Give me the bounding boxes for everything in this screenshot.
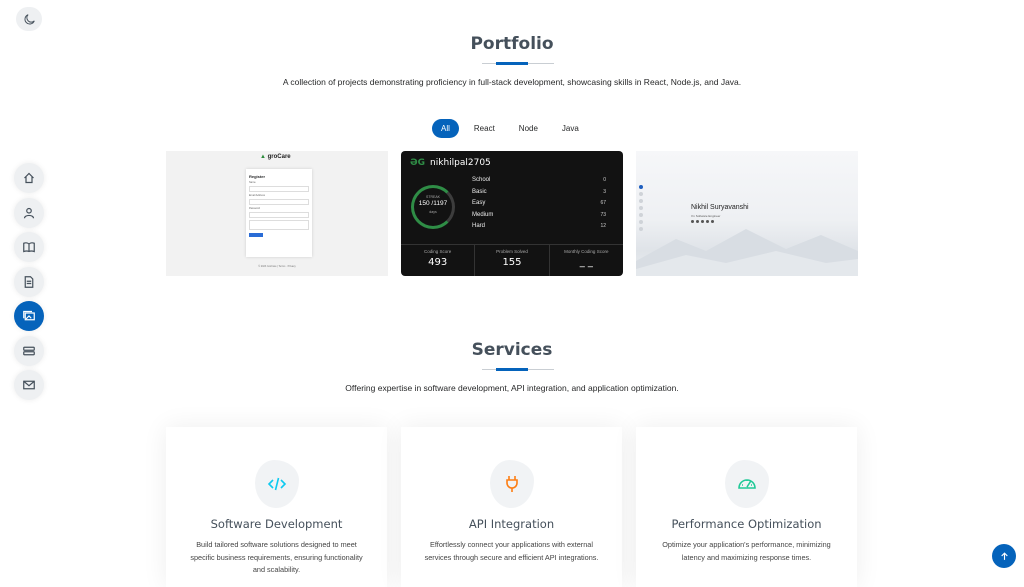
nav-about[interactable] xyxy=(14,197,44,228)
difficulty-stats: School 0 Basic 3 Easy 67 Medium 73 Hard 12 xyxy=(472,177,606,230)
nav-resume[interactable] xyxy=(14,232,44,262)
nav-skills[interactable] xyxy=(14,266,44,297)
service-title: Software Development xyxy=(210,517,343,531)
service-description: Optimize your application's performance,… xyxy=(662,540,831,562)
grocare-register-form: Register Name Email Address Password xyxy=(246,169,312,257)
personal-site-name: Nikhil Suryavanshi xyxy=(691,204,749,211)
portfolio-title: Portfolio xyxy=(470,34,554,54)
service-card-software-development: Software Development Build tailored soft… xyxy=(166,427,387,587)
personal-site-subtitle: I'm Software Engineer xyxy=(691,214,721,218)
speedometer-icon xyxy=(738,479,756,489)
service-card-performance-optimization: Performance Optimization Optimize your a… xyxy=(636,427,857,587)
mountain-graphic xyxy=(636,229,858,276)
gfg-header: ƏG nikhilpal2705 xyxy=(410,158,491,168)
file-icon xyxy=(24,275,34,288)
theme-toggle-button[interactable] xyxy=(16,7,42,31)
side-nav xyxy=(14,163,44,405)
code-icon xyxy=(267,477,287,491)
house-icon xyxy=(24,172,34,184)
service-title: API Integration xyxy=(468,517,555,531)
service-title: Performance Optimization xyxy=(671,517,822,531)
filter-java[interactable]: Java xyxy=(553,119,588,138)
filter-react[interactable]: React xyxy=(465,119,504,138)
services-title-underline xyxy=(482,368,554,371)
service-description: Build tailored software solutions design… xyxy=(190,540,363,574)
portfolio-description: A collection of projects demonstrating p… xyxy=(282,77,742,87)
personal-site-social-icons xyxy=(691,220,716,223)
grocare-footer: © 2023 GroCare | Terms · Privacy xyxy=(258,265,296,268)
images-icon xyxy=(23,310,35,321)
portfolio-title-underline xyxy=(482,62,554,65)
portfolio-item-grocare[interactable]: ▲ groCare Register Name Email Address Pa… xyxy=(166,151,388,276)
services-description: Offering expertise in software developme… xyxy=(345,383,679,393)
nav-home[interactable] xyxy=(14,163,44,193)
personal-site-nav-dots xyxy=(639,185,643,234)
streak-ring: STREAK 150 /1197 days xyxy=(411,185,455,229)
portfolio-filters: All React Node Java xyxy=(432,119,594,138)
portfolio-item-personal-site[interactable]: Nikhil Suryavanshi I'm Software Engineer xyxy=(636,151,858,276)
filter-all[interactable]: All xyxy=(432,119,459,138)
nav-portfolio[interactable] xyxy=(14,301,44,331)
service-icon-blob xyxy=(490,460,534,508)
grocare-logo: ▲ groCare xyxy=(260,154,291,160)
service-icon-blob xyxy=(725,460,769,508)
filter-node[interactable]: Node xyxy=(510,119,547,138)
moon-icon xyxy=(24,13,35,24)
service-card-api-integration: API Integration Effortlessly connect you… xyxy=(401,427,622,587)
portfolio-item-gfg-stats[interactable]: ƏG nikhilpal2705 STREAK 150 /1197 days Sc… xyxy=(401,151,623,276)
service-description: Effortlessly connect your applications w… xyxy=(424,540,599,562)
person-icon xyxy=(23,207,35,218)
book-icon xyxy=(23,242,35,253)
service-icon-blob xyxy=(255,460,299,508)
back-to-top-button[interactable] xyxy=(992,544,1016,568)
services-title: Services xyxy=(471,340,553,360)
gfg-score-bar: Coding Score 493 Problem Solved 155 Monthl… xyxy=(401,244,623,276)
arrow-up-icon xyxy=(1000,551,1008,560)
plug-icon xyxy=(506,476,518,492)
